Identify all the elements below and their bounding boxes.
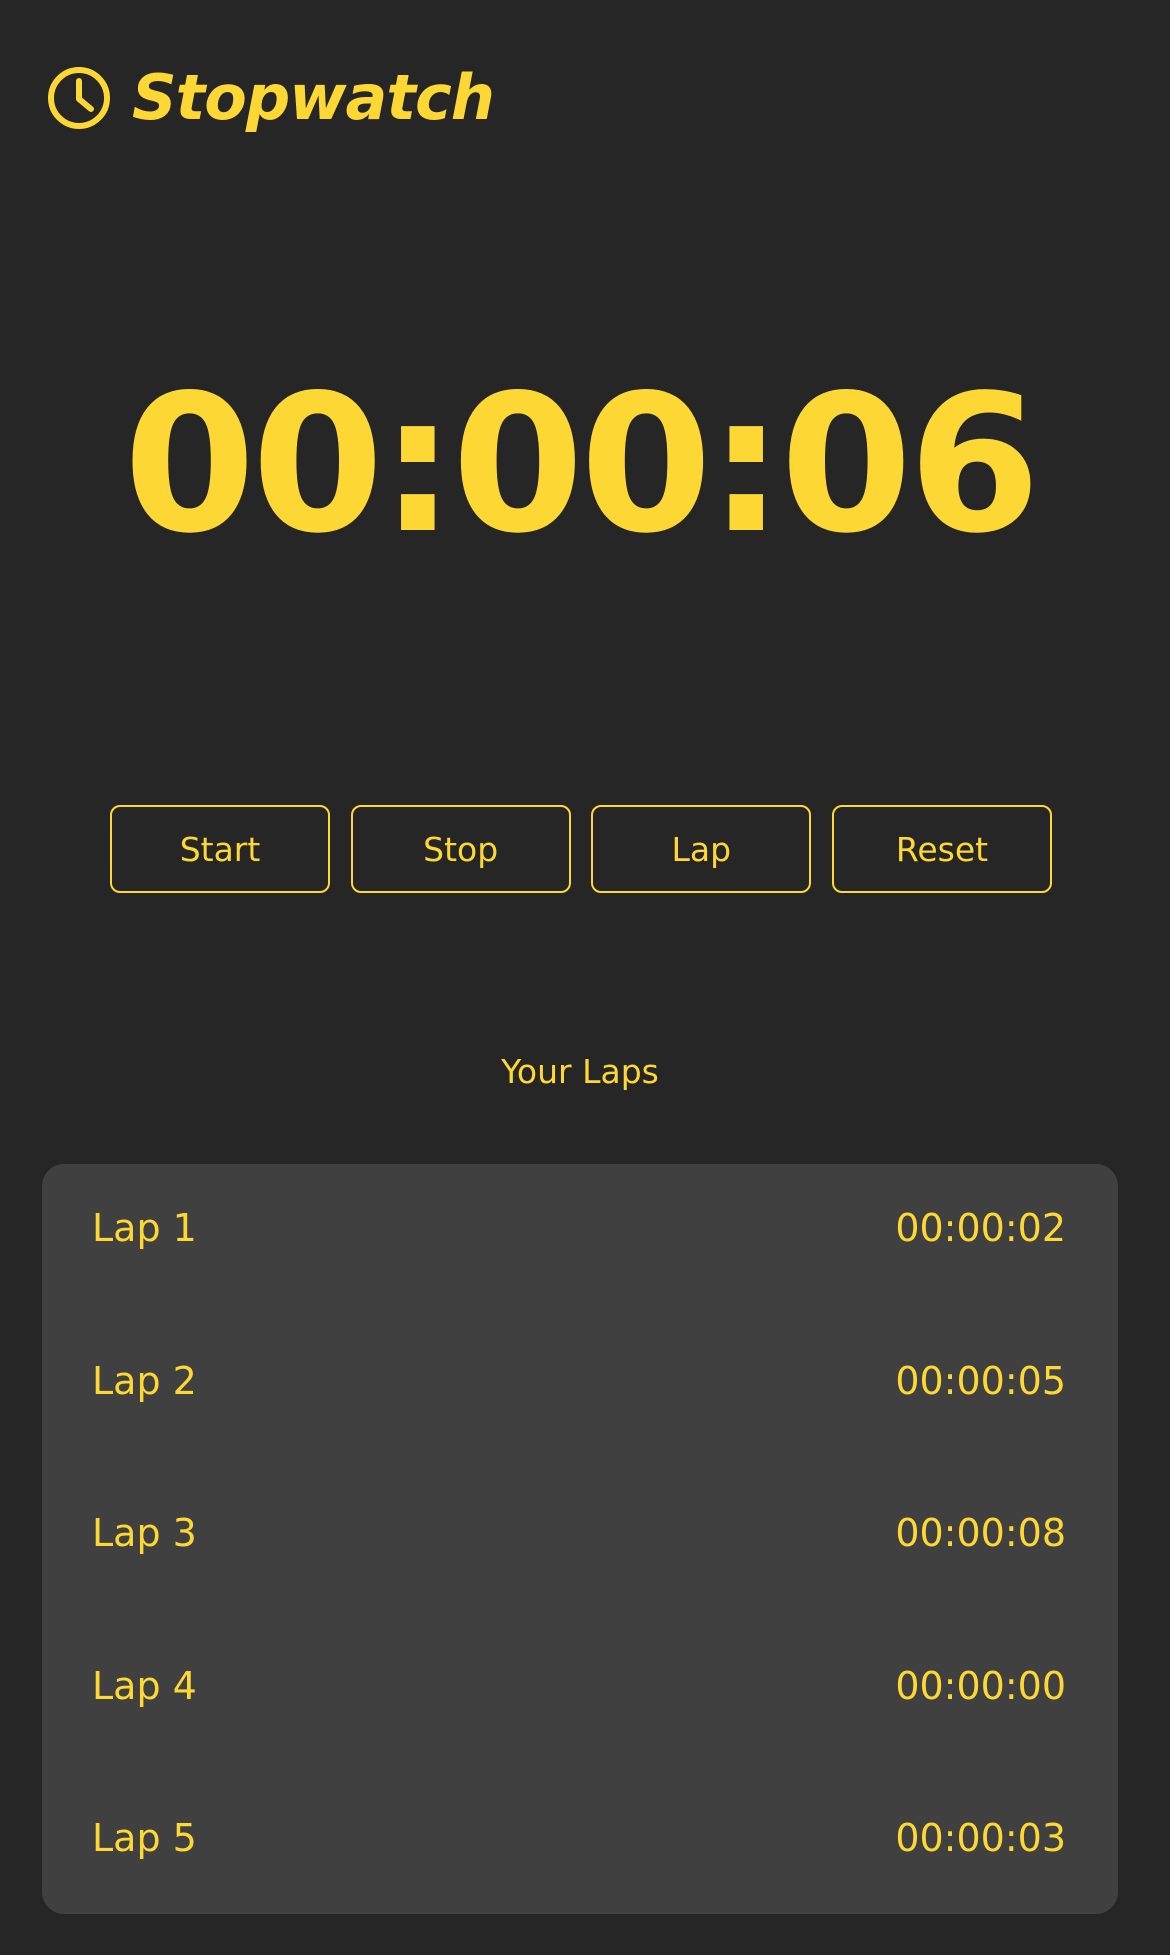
lap-row: Lap 5 00:00:03 (92, 1762, 1066, 1915)
lap-row: Lap 2 00:00:05 (92, 1305, 1066, 1458)
control-bar: Start Stop Lap Reset (110, 805, 1052, 893)
app-title: Stopwatch (132, 61, 495, 134)
lap-label: Lap 3 (92, 1511, 197, 1556)
start-button[interactable]: Start (110, 805, 330, 893)
time-display: 00:00:06 (123, 354, 1040, 575)
lap-label: Lap 4 (92, 1663, 197, 1708)
lap-label: Lap 1 (92, 1206, 197, 1251)
lap-time: 00:00:03 (895, 1816, 1066, 1861)
lap-row: Lap 3 00:00:08 (92, 1457, 1066, 1610)
clock-icon (46, 65, 112, 131)
laps-heading: Your Laps (501, 1052, 659, 1091)
lap-button[interactable]: Lap (591, 805, 812, 893)
lap-row: Lap 1 00:00:02 (92, 1152, 1066, 1305)
lap-time: 00:00:08 (895, 1511, 1066, 1556)
app-header: Stopwatch (46, 58, 495, 138)
lap-time: 00:00:02 (895, 1206, 1066, 1251)
stop-button[interactable]: Stop (350, 805, 571, 893)
reset-button[interactable]: Reset (831, 805, 1052, 893)
lap-label: Lap 5 (92, 1816, 197, 1861)
lap-row: Lap 4 00:00:00 (92, 1610, 1066, 1763)
lap-time: 00:00:00 (895, 1663, 1066, 1708)
laps-list: Lap 1 00:00:02 Lap 2 00:00:05 Lap 3 00:0… (42, 1164, 1118, 1914)
lap-label: Lap 2 (92, 1358, 197, 1403)
lap-time: 00:00:05 (895, 1358, 1066, 1403)
